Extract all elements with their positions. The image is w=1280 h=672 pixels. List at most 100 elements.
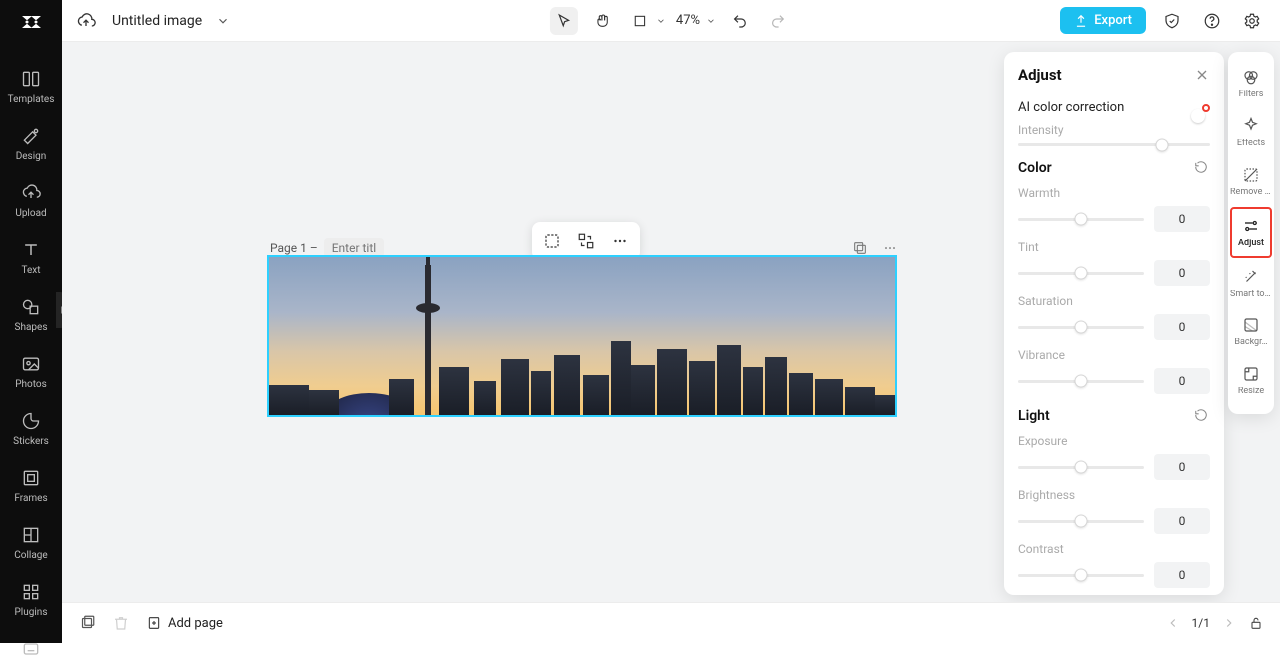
brightness-slider[interactable] — [1018, 520, 1144, 523]
saturation-value[interactable]: 0 — [1154, 314, 1210, 340]
sidebar-item-label: Frames — [14, 493, 47, 504]
plugins-icon — [20, 581, 42, 603]
title-dropdown-caret[interactable] — [216, 14, 230, 28]
stickers-icon — [20, 410, 42, 432]
close-icon[interactable] — [1194, 67, 1210, 83]
sidebar-item-templates[interactable]: Templates — [0, 58, 62, 115]
hand-tool-button[interactable] — [588, 7, 616, 35]
rail-item-adjust[interactable]: Adjust — [1230, 207, 1272, 258]
crop-tool-button[interactable] — [626, 7, 654, 35]
prev-page-icon[interactable] — [1166, 616, 1180, 630]
sidebar-item-label: Text — [21, 265, 40, 276]
sidebar-item-label: Collage — [14, 550, 47, 561]
cloud-sync-icon[interactable] — [76, 11, 96, 31]
sidebar-item-label: Plugins — [15, 607, 48, 618]
rail-label: Resize — [1238, 387, 1264, 397]
add-page-button[interactable]: Add page — [146, 615, 223, 631]
shield-icon[interactable] — [1158, 7, 1186, 35]
sidebar-item-shapes[interactable]: Shapes — [0, 286, 62, 343]
next-page-icon[interactable] — [1222, 616, 1236, 630]
ai-toggle-highlight — [1202, 104, 1210, 112]
zoom-value: 47% — [676, 13, 700, 28]
brightness-label: Brightness — [1018, 488, 1210, 502]
contrast-label: Contrast — [1018, 542, 1210, 556]
contrast-value[interactable]: 0 — [1154, 562, 1210, 588]
saturation-slider[interactable] — [1018, 326, 1144, 329]
warmth-slider[interactable] — [1018, 218, 1144, 221]
sidebar-item-label: Upload — [15, 208, 46, 219]
sidebar-item-stickers[interactable]: Stickers — [0, 400, 62, 457]
sidebar-item-plugins[interactable]: Plugins — [0, 571, 62, 628]
left-sidebar: Templates Design Upload Text Shapes Phot… — [0, 0, 62, 643]
sidebar-item-label: Design — [16, 151, 47, 162]
sidebar-item-text[interactable]: Text — [0, 229, 62, 286]
warmth-value[interactable]: 0 — [1154, 206, 1210, 232]
redo-button[interactable] — [764, 7, 792, 35]
color-section-title: Color — [1018, 160, 1052, 176]
ai-color-label: AI color correction — [1018, 100, 1124, 115]
rail-label: Remove backgr… — [1230, 188, 1272, 198]
select-tool-button[interactable] — [550, 7, 578, 35]
filters-icon — [1241, 67, 1261, 87]
rail-item-remove-bg[interactable]: Remove backgr… — [1230, 158, 1272, 205]
sidebar-item-label: Shapes — [15, 322, 48, 333]
tint-slider[interactable] — [1018, 272, 1144, 275]
sidebar-item-upload[interactable]: Upload — [0, 172, 62, 229]
canvas-image[interactable] — [267, 255, 897, 417]
text-icon — [20, 239, 42, 261]
lock-icon[interactable] — [1248, 615, 1264, 631]
contrast-slider[interactable] — [1018, 574, 1144, 577]
sidebar-item-frames[interactable]: Frames — [0, 457, 62, 514]
replace-icon[interactable] — [570, 226, 602, 256]
frames-icon — [20, 467, 42, 489]
rail-item-smart-tools[interactable]: Smart tools — [1230, 260, 1272, 307]
vibrance-value[interactable]: 0 — [1154, 368, 1210, 394]
document-title[interactable]: Untitled image — [112, 13, 202, 29]
collage-icon — [20, 524, 42, 546]
background-icon — [1241, 315, 1261, 335]
export-button[interactable]: Export — [1060, 7, 1146, 34]
photos-icon — [20, 353, 42, 375]
rail-item-effects[interactable]: Effects — [1230, 109, 1272, 156]
rail-item-filters[interactable]: Filters — [1230, 60, 1272, 107]
sidebar-item-collage[interactable]: Collage — [0, 514, 62, 571]
top-center-tools: 47% — [550, 7, 792, 35]
rail-label: Effects — [1237, 139, 1265, 149]
help-icon[interactable] — [1198, 7, 1226, 35]
exposure-value[interactable]: 0 — [1154, 454, 1210, 480]
rail-label: Backgr… — [1234, 338, 1267, 348]
page-counter: 1/1 — [1192, 616, 1210, 630]
brightness-value[interactable]: 0 — [1154, 508, 1210, 534]
sidebar-item-label: Photos — [15, 379, 47, 390]
sidebar-item-photos[interactable]: Photos — [0, 343, 62, 400]
exposure-slider[interactable] — [1018, 466, 1144, 469]
sidebar-item-recent[interactable] — [0, 628, 62, 672]
reset-color-icon[interactable] — [1194, 160, 1210, 176]
intensity-slider[interactable] — [1018, 143, 1210, 146]
rail-label: Smart tools — [1230, 290, 1272, 300]
rail-item-resize[interactable]: Resize — [1230, 357, 1272, 404]
undo-button[interactable] — [726, 7, 754, 35]
effects-icon — [1241, 116, 1261, 136]
app-logo[interactable] — [17, 10, 45, 34]
more-icon[interactable] — [604, 226, 636, 256]
rail-item-background[interactable]: Backgr… — [1230, 308, 1272, 355]
saturation-label: Saturation — [1018, 294, 1210, 308]
layers-icon[interactable] — [78, 614, 96, 632]
vibrance-slider[interactable] — [1018, 380, 1144, 383]
exposure-label: Exposure — [1018, 434, 1210, 448]
settings-icon[interactable] — [1238, 7, 1266, 35]
crop-icon[interactable] — [536, 226, 568, 256]
chevron-down-icon — [706, 16, 716, 26]
zoom-level[interactable]: 47% — [676, 13, 716, 28]
rail-label: Adjust — [1238, 239, 1264, 249]
intensity-label: Intensity — [1018, 123, 1210, 137]
crop-dropdown-caret[interactable] — [656, 16, 666, 26]
adjust-icon — [1241, 216, 1261, 236]
reset-light-icon[interactable] — [1194, 408, 1210, 424]
history-icon — [20, 638, 42, 660]
tint-value[interactable]: 0 — [1154, 260, 1210, 286]
sidebar-item-design[interactable]: Design — [0, 115, 62, 172]
add-page-label: Add page — [168, 616, 223, 631]
add-page-icon — [146, 615, 162, 631]
